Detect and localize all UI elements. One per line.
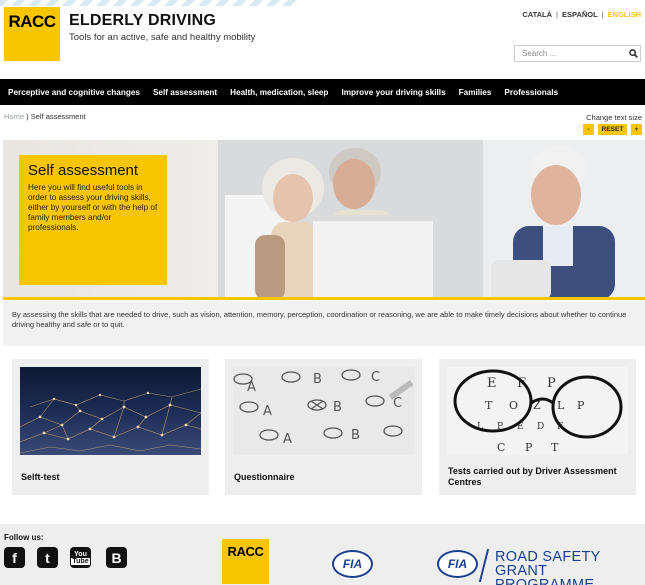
- card-questionnaire[interactable]: ABC ABC AB Questionnaire: [225, 359, 422, 495]
- lang-espanol[interactable]: ESPAÑOL: [562, 10, 598, 19]
- lang-separator: |: [601, 10, 604, 19]
- footer-racc-logo[interactable]: RACC: [222, 539, 269, 584]
- svg-text:T: T: [551, 441, 559, 454]
- nav-item-professionals[interactable]: Professionals: [504, 88, 558, 97]
- breadcrumb-separator: ): [26, 112, 29, 121]
- lang-separator: |: [556, 10, 558, 19]
- hero-title: Self assessment: [28, 162, 139, 179]
- nav-item-health[interactable]: Health, medication, sleep: [230, 88, 328, 97]
- svg-text:C: C: [497, 441, 505, 454]
- breadcrumb-home[interactable]: Home: [4, 112, 24, 121]
- lang-english[interactable]: ENGLISH: [608, 10, 641, 19]
- footer: Follow us: f t You Tube B RACC FIA FIA RO…: [0, 524, 645, 585]
- road-safety-line2: GRANT PROGRAMME: [495, 563, 595, 585]
- svg-text:E: E: [487, 376, 497, 391]
- breadcrumb-current: Self assessment: [30, 112, 86, 121]
- road-safety-divider: [478, 549, 490, 582]
- header-stripes: [0, 0, 300, 6]
- svg-text:A: A: [247, 380, 256, 395]
- nav-item-perceptive[interactable]: Perceptive and cognitive changes: [8, 88, 140, 97]
- eye-chart-image: EFP TOZLP LPEDF CPT: [447, 367, 628, 455]
- footer-racc-logo-text: RACC: [227, 544, 264, 559]
- lang-catala[interactable]: CATALÀ: [522, 10, 552, 19]
- decrease-text-button[interactable]: -: [583, 124, 594, 135]
- twitter-icon[interactable]: t: [37, 547, 58, 568]
- svg-text:L: L: [557, 399, 565, 412]
- blog-icon[interactable]: B: [106, 547, 127, 568]
- hero-accent-bar: [3, 297, 645, 300]
- answer-sheet-image: ABC ABC AB: [233, 367, 414, 455]
- fia-logo-text: FIA: [342, 557, 363, 571]
- svg-text:T: T: [485, 399, 493, 412]
- follow-us-label: Follow us:: [4, 533, 44, 542]
- search-input[interactable]: Search ...: [514, 45, 641, 62]
- card-self-test[interactable]: Selft-test: [12, 359, 209, 495]
- svg-text:P: P: [547, 376, 556, 391]
- svg-text:P: P: [525, 441, 533, 454]
- svg-text:B: B: [313, 372, 322, 387]
- search-placeholder: Search ...: [522, 49, 557, 58]
- svg-text:D: D: [537, 422, 544, 432]
- svg-text:B: B: [351, 428, 360, 443]
- road-safety-line1: ROAD SAFETY: [495, 549, 601, 565]
- card-driver-assessment[interactable]: EFP TOZLP LPEDF CPT Tests carried out by…: [439, 359, 636, 495]
- svg-text:C: C: [371, 370, 380, 385]
- nav-item-self-assessment[interactable]: Self assessment: [153, 88, 217, 97]
- hero-banner: Self assessment Here you will find usefu…: [3, 140, 645, 300]
- card-questionnaire-label[interactable]: Questionnaire: [234, 472, 295, 483]
- language-switcher: CATALÀ | ESPAÑOL | ENGLISH: [522, 10, 641, 19]
- fia-logo[interactable]: FIA: [332, 550, 373, 578]
- svg-text:P: P: [577, 399, 585, 412]
- intro-text: By assessing the skills that are needed …: [3, 302, 645, 346]
- site-title[interactable]: ELDERLY DRIVING: [69, 12, 216, 30]
- fia-road-safety-logo[interactable]: FIA: [437, 550, 478, 578]
- card-self-test-label[interactable]: Selft-test: [21, 472, 60, 483]
- facebook-icon[interactable]: f: [4, 547, 25, 568]
- hero-text-box: Self assessment Here you will find usefu…: [19, 155, 167, 285]
- text-size-label: Change text size: [586, 113, 642, 122]
- search-icon[interactable]: [626, 47, 640, 61]
- site-subtitle: Tools for an active, safe and healthy mo…: [69, 32, 256, 43]
- svg-text:A: A: [263, 404, 272, 419]
- breadcrumb: Home ) Self assessment: [4, 112, 86, 121]
- svg-text:B: B: [333, 400, 342, 415]
- nav-item-driving-skills[interactable]: Improve your driving skills: [341, 88, 445, 97]
- racc-logo[interactable]: RACC: [4, 7, 60, 61]
- increase-text-button[interactable]: +: [631, 124, 642, 135]
- header: RACC ELDERLY DRIVING Tools for an active…: [0, 0, 645, 78]
- network-image: [20, 367, 201, 455]
- reset-text-button[interactable]: RESET: [598, 124, 627, 135]
- nav-item-families[interactable]: Families: [459, 88, 492, 97]
- youtube-icon[interactable]: You Tube: [70, 547, 91, 568]
- main-nav: Perceptive and cognitive changes Self as…: [0, 79, 645, 105]
- svg-text:O: O: [509, 399, 518, 412]
- road-safety-text: ROAD SAFETY GRANT PROGRAMME: [495, 550, 645, 585]
- card-driver-assessment-label[interactable]: Tests carried out by Driver Assessment C…: [448, 466, 636, 488]
- svg-text:A: A: [283, 432, 292, 447]
- hero-description: Here you will find useful tools in order…: [28, 183, 158, 232]
- racc-logo-text: RACC: [8, 12, 56, 31]
- fia-road-safety-logo-text: FIA: [447, 557, 468, 571]
